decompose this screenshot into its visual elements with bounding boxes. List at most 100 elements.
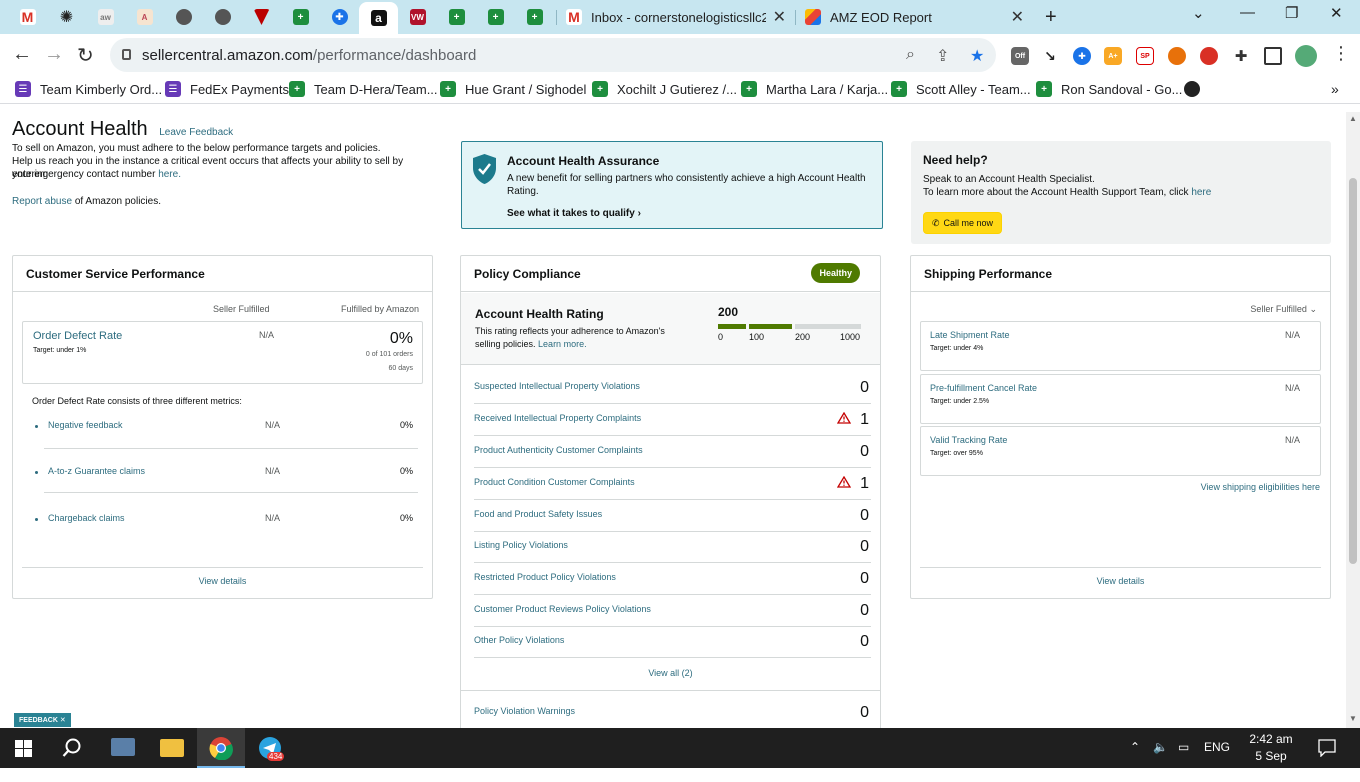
back-icon[interactable]: ←	[12, 43, 32, 66]
zoom-icon[interactable]: ⌕	[906, 46, 915, 64]
file-explorer-icon[interactable]	[160, 739, 184, 757]
tab-app-3[interactable]: VW	[398, 4, 437, 30]
close-tab-icon[interactable]: ✕	[1011, 7, 1024, 27]
tab-sheets-4[interactable]: +	[515, 4, 554, 30]
rating-bar-segment	[795, 324, 861, 329]
extension-cross-icon[interactable]: ✚	[1073, 47, 1091, 65]
metric-link[interactable]: Valid Tracking Rate	[930, 435, 1007, 445]
report-abuse-link[interactable]: Report abuse	[12, 196, 72, 207]
policy-row[interactable]: Product Authenticity Customer Complaints…	[474, 436, 871, 468]
forward-icon[interactable]: →	[44, 43, 64, 66]
share-icon[interactable]: ⇪	[936, 46, 949, 66]
close-icon[interactable]: ✕	[60, 716, 66, 724]
metric-link[interactable]: Chargeback claims	[48, 513, 125, 523]
url-text[interactable]: sellercentral.amazon.com/performance/das…	[142, 47, 476, 64]
support-team-link[interactable]: here	[1191, 187, 1211, 198]
bookmark-item[interactable]: + Martha Lara / Karja...	[741, 81, 888, 97]
policy-row[interactable]: Received Intellectual Property Complaint…	[474, 404, 871, 436]
language-indicator[interactable]: ENG	[1204, 740, 1230, 754]
page-scrollbar[interactable]: ▲ ▼	[1346, 112, 1360, 728]
side-panel-icon[interactable]	[1264, 47, 1282, 65]
bookmark-item[interactable]	[1184, 81, 1209, 97]
reload-icon[interactable]: ↻	[77, 43, 94, 68]
odr-link[interactable]: Order Defect Rate	[33, 330, 122, 342]
tab-extension-2[interactable]: A	[125, 4, 164, 30]
policy-row[interactable]: Restricted Product Policy Violations 0	[474, 563, 871, 595]
metric-link[interactable]: Pre-fulfillment Cancel Rate	[930, 383, 1037, 393]
policy-row[interactable]: Other Policy Violations 0	[474, 626, 871, 658]
scrollbar-thumb[interactable]	[1349, 178, 1357, 564]
extension-alert-icon[interactable]: SP	[1136, 47, 1154, 65]
emergency-contact-link[interactable]: here.	[158, 169, 181, 180]
policy-row[interactable]: Suspected Intellectual Property Violatio…	[474, 372, 871, 404]
extensions-puzzle-icon[interactable]: ✚	[1232, 47, 1250, 65]
extension-pen-icon[interactable]: ↘	[1041, 47, 1059, 65]
address-bar[interactable]: sellercentral.amazon.com/performance/das…	[110, 38, 996, 72]
tab-inbox[interactable]: M Inbox - cornerstonelogisticsllc20 ✕	[566, 4, 786, 30]
policy-warnings-row[interactable]: Policy Violation Warnings 0	[474, 697, 871, 728]
bookmark-star-icon[interactable]: ★	[970, 46, 984, 66]
policy-row[interactable]: Listing Policy Violations 0	[474, 531, 871, 563]
tab-sheets-3[interactable]: +	[476, 4, 515, 30]
shipping-eligibilities-link[interactable]: View shipping eligibilities here	[1201, 482, 1320, 492]
metric-link[interactable]: Late Shipment Rate	[930, 330, 1010, 340]
tab-extension[interactable]: aw	[86, 4, 125, 30]
tab-sheets[interactable]: +	[281, 4, 320, 30]
tab-search-icon[interactable]: ⌄	[1192, 4, 1205, 22]
bookmark-item[interactable]: + Ron Sandoval - Go...	[1036, 81, 1182, 97]
restore-icon[interactable]: ❐	[1285, 4, 1298, 22]
tab-globe-2[interactable]	[203, 4, 242, 30]
tab-app-2[interactable]: ✚	[320, 4, 359, 30]
feedback-tab[interactable]: FEEDBACK ✕	[14, 713, 71, 727]
extension-off-icon[interactable]: Off	[1011, 47, 1029, 65]
policy-row[interactable]: Food and Product Safety Issues 0	[474, 500, 871, 532]
avatar[interactable]	[1295, 45, 1317, 67]
scroll-down-icon[interactable]: ▼	[1349, 714, 1357, 723]
call-me-now-button[interactable]: ✆ Call me now	[923, 212, 1002, 234]
fulfillment-filter-dropdown[interactable]: Seller Fulfilled ⌄	[1250, 304, 1317, 315]
tab-app[interactable]	[242, 4, 281, 30]
more-bookmarks-icon[interactable]: »	[1331, 81, 1339, 97]
bookmark-item[interactable]: + Xochilt J Gutierez /...	[592, 81, 737, 97]
bookmark-item[interactable]: + Hue Grant / Sighodel	[440, 81, 586, 97]
system-clock[interactable]: 2:42 am 5 Sep 2023	[1243, 731, 1299, 782]
network-icon[interactable]: ▭	[1178, 740, 1189, 754]
qualify-link[interactable]: See what it takes to qualify ›	[507, 208, 641, 219]
view-details-link[interactable]: View details	[13, 576, 432, 586]
extension-a-icon[interactable]: A+	[1104, 47, 1122, 65]
menu-kebab-icon[interactable]: ⋮	[1332, 43, 1350, 64]
bookmark-item[interactable]: + Scott Alley - Team...	[891, 81, 1031, 97]
close-window-icon[interactable]: ✕	[1330, 4, 1343, 22]
new-tab-icon[interactable]: +	[1045, 6, 1057, 29]
tab-amazon[interactable]: a	[359, 2, 398, 34]
tab-amz-eod[interactable]: AMZ EOD Report ✕	[805, 4, 1024, 30]
close-tab-icon[interactable]: ✕	[773, 7, 786, 27]
tray-expand-icon[interactable]: ⌃	[1130, 740, 1140, 754]
search-icon[interactable]	[62, 738, 82, 758]
leave-feedback-link[interactable]: Leave Feedback	[159, 127, 233, 138]
tab-globe[interactable]	[164, 4, 203, 30]
windows-start-icon[interactable]	[15, 740, 32, 757]
notification-icon[interactable]	[1318, 739, 1336, 757]
extension-circle-icon[interactable]	[1168, 47, 1186, 65]
tab-sheets-2[interactable]: +	[437, 4, 476, 30]
metric-link[interactable]: Negative feedback	[48, 420, 123, 430]
view-all-link[interactable]: View all (2)	[461, 668, 880, 678]
volume-icon[interactable]: 🔈	[1153, 740, 1168, 754]
policy-row[interactable]: Product Condition Customer Complaints 1	[474, 468, 871, 500]
chrome-icon	[209, 737, 233, 760]
bookmark-item[interactable]: + Team D-Hera/Team...	[289, 81, 438, 97]
extension-pokeball-icon[interactable]	[1200, 47, 1218, 65]
view-details-link[interactable]: View details	[911, 576, 1330, 586]
tab-gmail[interactable]: M	[8, 4, 47, 30]
this-pc-icon[interactable]	[111, 738, 135, 756]
bookmark-item[interactable]: ☰ FedEx Payments	[165, 81, 289, 97]
scroll-up-icon[interactable]: ▲	[1349, 114, 1357, 123]
minimize-icon[interactable]: —	[1240, 4, 1255, 21]
policy-row[interactable]: Customer Product Reviews Policy Violatio…	[474, 595, 871, 627]
tab-chatgpt[interactable]: ✺	[47, 4, 86, 30]
bookmark-item[interactable]: ☰ Team Kimberly Ord...	[15, 81, 162, 97]
learn-more-link[interactable]: Learn more.	[538, 339, 587, 349]
metric-target: Target: under 4%	[930, 345, 984, 352]
metric-link[interactable]: A-to-z Guarantee claims	[48, 466, 145, 476]
